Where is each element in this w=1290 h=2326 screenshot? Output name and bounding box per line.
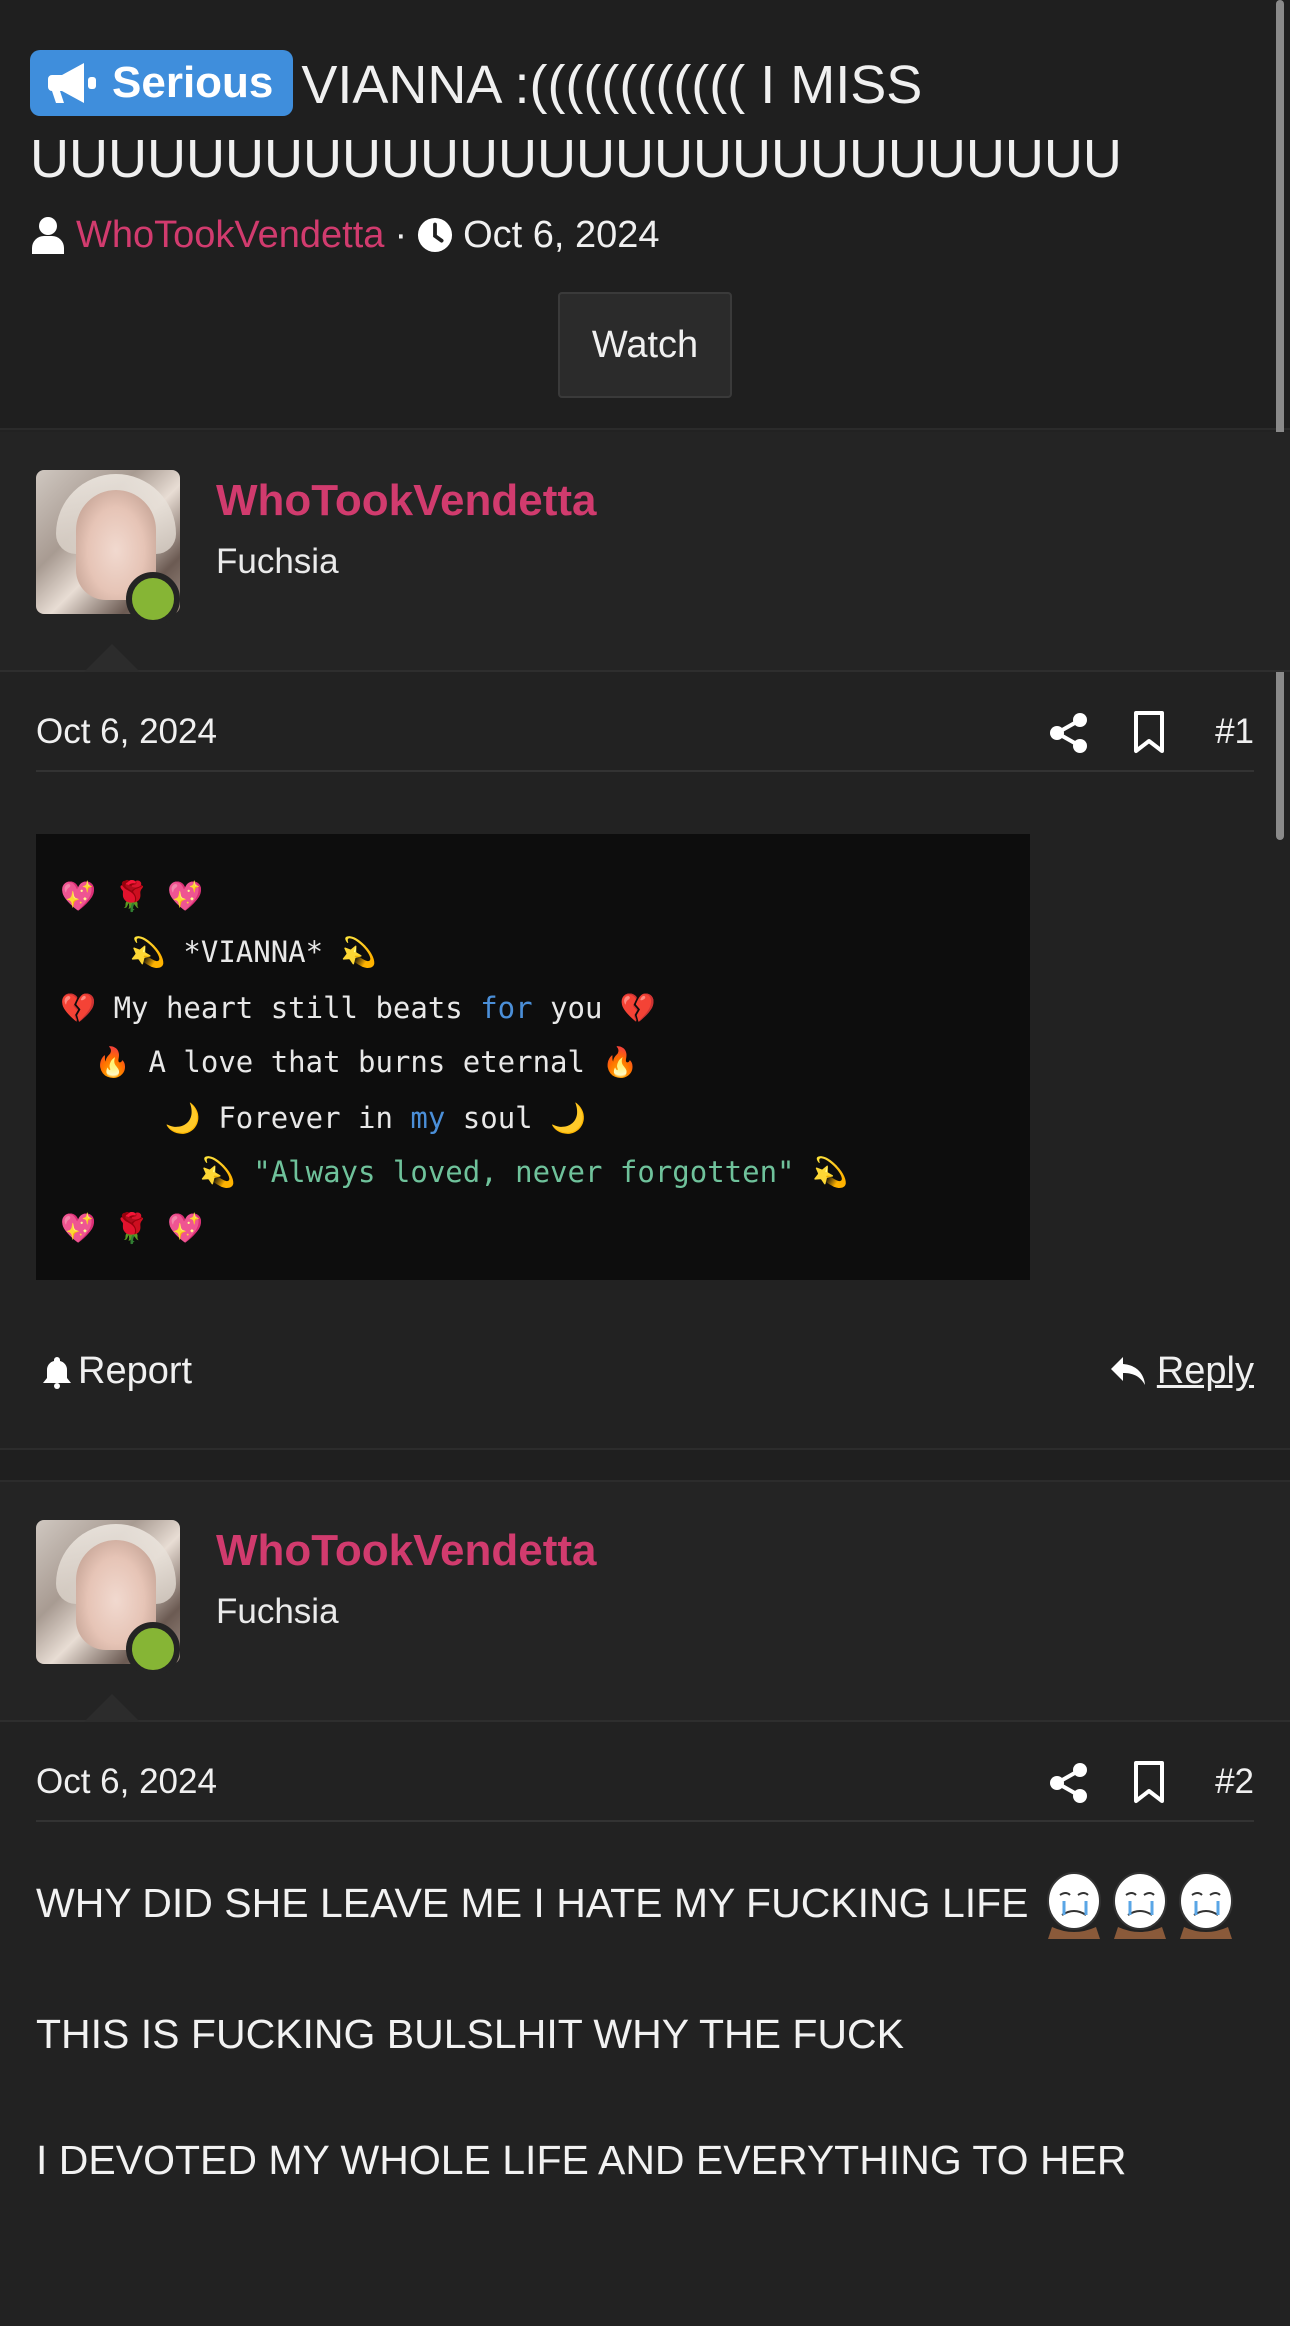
post-number-link[interactable]: #2 [1215,1762,1254,1802]
report-label: Report [78,1350,193,1392]
post-actions: Report Reply [36,1340,1254,1410]
crying-face-icon [1112,1872,1167,1940]
code-line: 💖 🌹 💖 [60,1211,204,1245]
report-link[interactable]: Report [42,1350,192,1393]
crying-face-icon [1178,1872,1233,1940]
code-line: 💖 🌹 💖 [60,879,204,913]
prefix-label: Serious [112,58,274,107]
code-line: 💫 "Always loved, never forgotten" 💫 [60,1155,849,1189]
bookmark-icon[interactable] [1132,1760,1166,1804]
crying-face-icon [1046,1872,1101,1940]
clock-icon [418,217,453,253]
post-user-block: WhoTookVendetta Fuchsia [0,1482,1290,1722]
post-paragraph: I DEVOTED MY WHOLE LIFE AND EVERYTHING T… [36,2137,1127,2184]
scrollbar[interactable] [1276,0,1284,840]
post-date[interactable]: Oct 6, 2024 [36,712,217,752]
watch-button[interactable]: Watch [558,292,732,398]
post-divider [0,1448,1290,1482]
user-title: Fuchsia [216,542,339,581]
bell-icon [43,1356,71,1389]
post-username[interactable]: WhoTookVendetta [216,476,597,526]
user-icon [32,217,64,254]
code-block: 💖 🌹 💖 💫 *VIANNA* 💫 💔 My heart still beats… [36,834,1030,1280]
prefix-badge[interactable]: Serious [30,50,294,116]
reply-label: Reply [1156,1350,1254,1392]
meta-separator: · [394,213,408,256]
code-line: 💔 My heart still beats for you 💔 [60,991,657,1025]
user-title: Fuchsia [216,1592,339,1631]
reply-icon [1110,1356,1145,1385]
post-user-block: WhoTookVendetta Fuchsia [0,432,1290,672]
thread-author-link[interactable]: WhoTookVendetta [76,214,384,257]
megaphone-icon [48,63,96,103]
code-line: 🌙 Forever in my soul 🌙 [60,1101,587,1135]
post-date[interactable]: Oct 6, 2024 [36,1762,217,1802]
post-paragraph-text: WHY DID SHE LEAVE ME I HATE MY FUCKING L… [36,1880,1029,1926]
post-meta: Oct 6, 2024 #1 [36,692,1254,772]
thread-date[interactable]: Oct 6, 2024 [463,214,659,257]
post-body: WHY DID SHE LEAVE ME I HATE MY FUCKING L… [36,1870,1256,2253]
post-meta: Oct 6, 2024 #2 [36,1742,1254,1822]
online-status-indicator [126,1622,180,1676]
post-paragraph: WHY DID SHE LEAVE ME I HATE MY FUCKING L… [36,1870,1256,1941]
thread-title: Serious VIANNA :(((((((((((( I MISS UUUU… [30,48,1250,196]
thread-header: Serious VIANNA :(((((((((((( I MISS UUUU… [0,0,1290,430]
share-icon[interactable] [1048,1762,1090,1804]
user-arrow [84,644,140,672]
post-paragraph: THIS IS FUCKING BULSLHIT WHY THE FUCK [36,2011,904,2058]
code-line: 💫 *VIANNA* 💫 [60,935,377,969]
thread-meta: WhoTookVendetta · Oct 6, 2024 [30,210,660,260]
user-arrow [84,1694,140,1722]
share-icon[interactable] [1048,712,1090,754]
reply-link[interactable]: Reply [1109,1350,1254,1393]
bookmark-icon[interactable] [1132,710,1166,754]
online-status-indicator [126,572,180,626]
post-number-link[interactable]: #1 [1215,712,1254,752]
post-username[interactable]: WhoTookVendetta [216,1526,597,1576]
code-line: 🔥 A love that burns eternal 🔥 [60,1045,639,1079]
